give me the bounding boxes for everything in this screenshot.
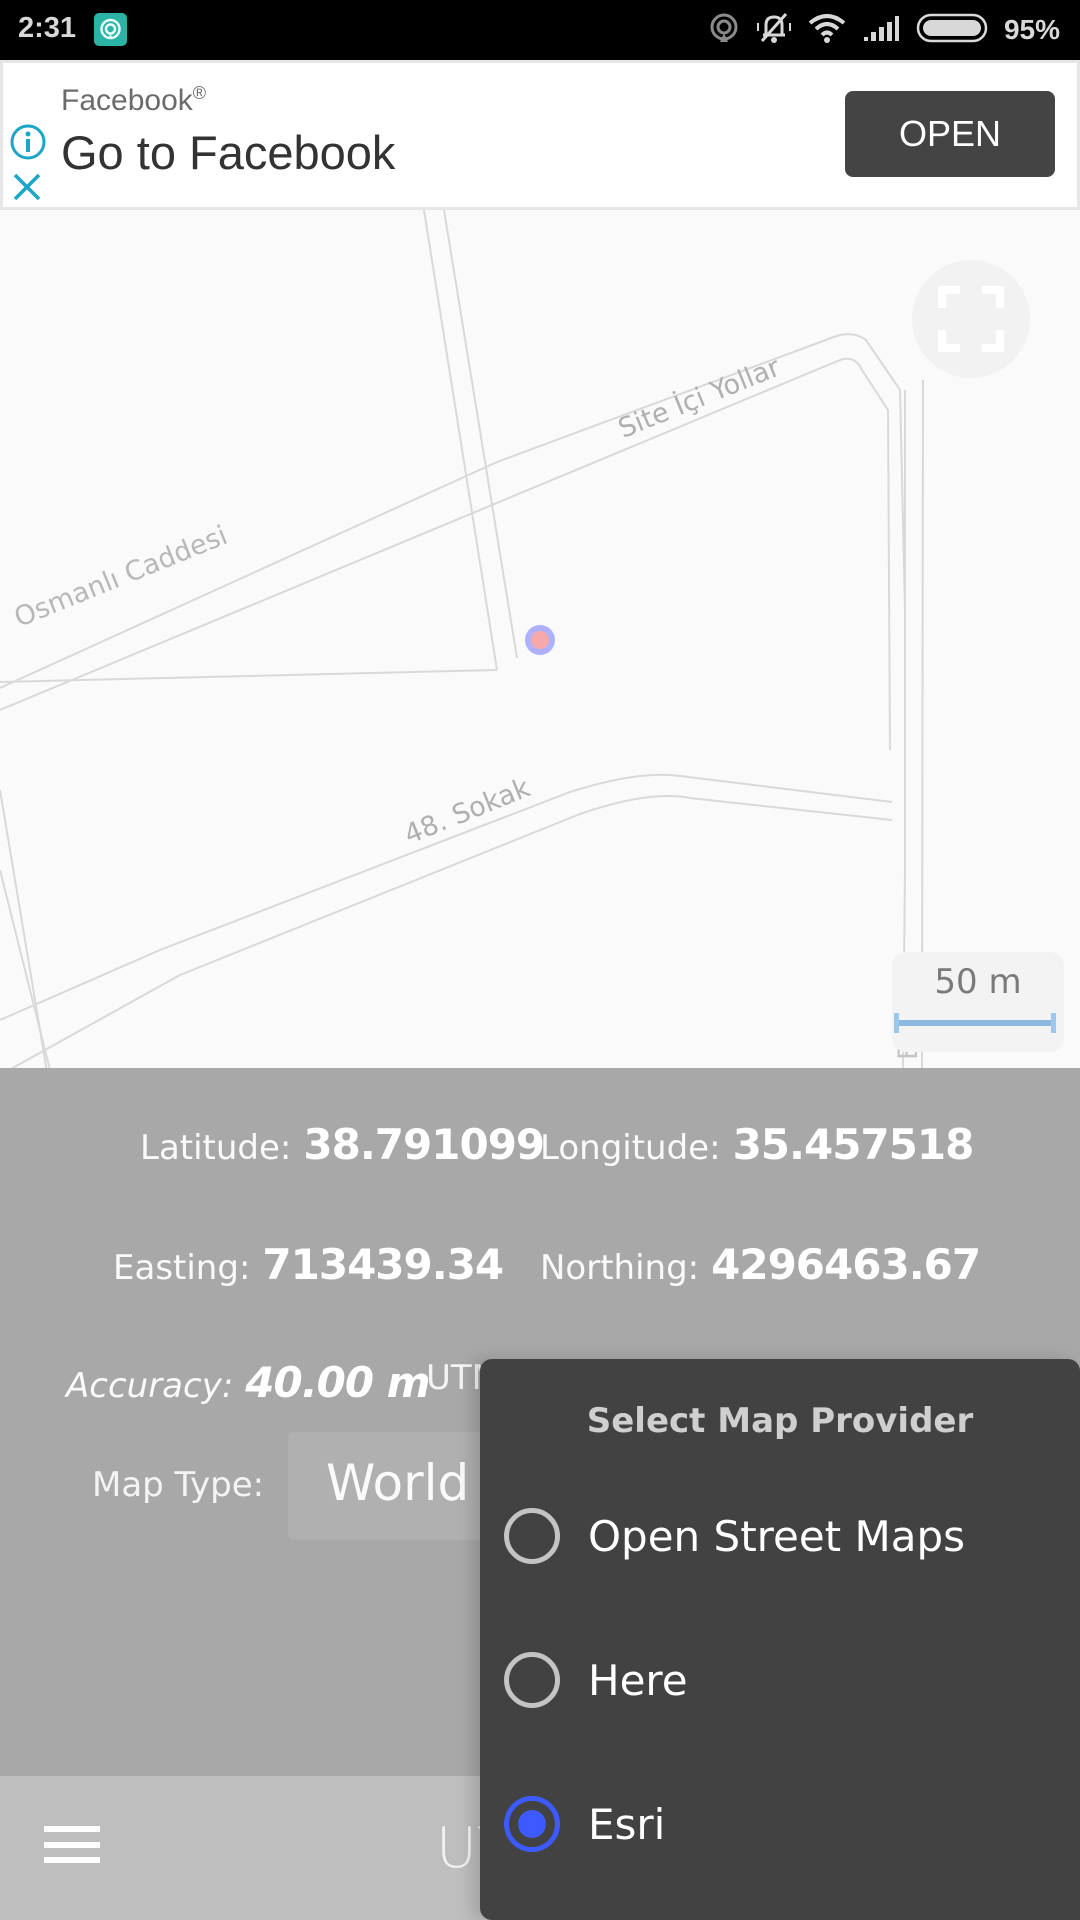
select-map-provider-dialog: Select Map Provider Open Street Maps Her… (480, 1359, 1080, 1920)
map-type-label: Map Type: (92, 1465, 265, 1505)
northing-row: Northing: 4296463.67 (540, 1240, 981, 1289)
longitude-label: Longitude: (540, 1128, 721, 1168)
provider-option-here[interactable]: Here (480, 1620, 1080, 1740)
wifi-icon (808, 13, 846, 47)
menu-button[interactable] (44, 1826, 100, 1868)
hotspot-icon (708, 12, 740, 48)
hamburger-icon-line (44, 1826, 100, 1832)
latitude-value: 38.791099 (303, 1120, 545, 1169)
accuracy-label: Accuracy: (66, 1366, 234, 1406)
hamburger-icon-line (44, 1842, 100, 1848)
ad-open-button[interactable]: OPEN (845, 91, 1055, 177)
radio-unchecked-icon[interactable] (504, 1508, 560, 1564)
map-scale: 50 m (892, 952, 1064, 1052)
longitude-value: 35.457518 (732, 1120, 975, 1169)
dialog-title: Select Map Provider (586, 1401, 974, 1441)
radio-checked-icon[interactable] (504, 1796, 560, 1852)
fullscreen-button[interactable] (912, 260, 1030, 378)
latitude-row: Latitude: 38.791099 (140, 1120, 545, 1169)
provider-option-label: Open Street Maps (588, 1511, 966, 1561)
ad-info-icon[interactable] (9, 123, 47, 165)
longitude-row: Longitude: 35.457518 (540, 1120, 975, 1169)
scale-bar (894, 1013, 1056, 1033)
provider-option-label: Esri (588, 1799, 666, 1849)
map-view[interactable]: Osmanlı Caddesi Site İçi Yollar 48. Soka… (0, 210, 1080, 1068)
scale-label: 50 m (934, 962, 1022, 1002)
radio-unchecked-icon[interactable] (504, 1652, 560, 1708)
battery-icon (916, 13, 988, 47)
status-time: 2:31 (18, 12, 77, 44)
fullscreen-icon (938, 286, 1004, 352)
current-location-marker (525, 625, 555, 655)
ad-title[interactable]: Go to Facebook (61, 125, 395, 180)
northing-value: 4296463.67 (711, 1240, 981, 1289)
registered-mark: ® (192, 83, 207, 103)
easting-row: Easting: 713439.34 (113, 1240, 504, 1289)
battery-percent: 95% (1003, 14, 1060, 45)
app-notification-icon (94, 13, 127, 46)
easting-value: 713439.34 (262, 1240, 504, 1289)
provider-option-osm[interactable]: Open Street Maps (480, 1476, 1080, 1596)
signal-icon (862, 13, 900, 47)
ad-brand-name: Facebook (61, 84, 193, 117)
ad-brand: Facebook® (61, 83, 206, 118)
status-icons: 95% (708, 0, 1060, 60)
easting-label: Easting: (113, 1248, 251, 1288)
provider-option-esri[interactable]: Esri (480, 1764, 1080, 1884)
ad-close-icon[interactable] (11, 171, 43, 207)
location-dot (531, 631, 549, 649)
accuracy-row: Accuracy: 40.00 m (66, 1358, 431, 1407)
provider-option-label: Here (588, 1655, 688, 1705)
status-bar: 2:31 95% (0, 0, 1080, 60)
silent-bell-icon (756, 11, 792, 49)
latitude-label: Latitude: (140, 1128, 292, 1168)
ad-banner[interactable]: Facebook® Go to Facebook OPEN (0, 60, 1080, 210)
northing-label: Northing: (540, 1248, 700, 1288)
accuracy-value: 40.00 m (245, 1358, 430, 1407)
hamburger-icon-line (44, 1857, 100, 1863)
